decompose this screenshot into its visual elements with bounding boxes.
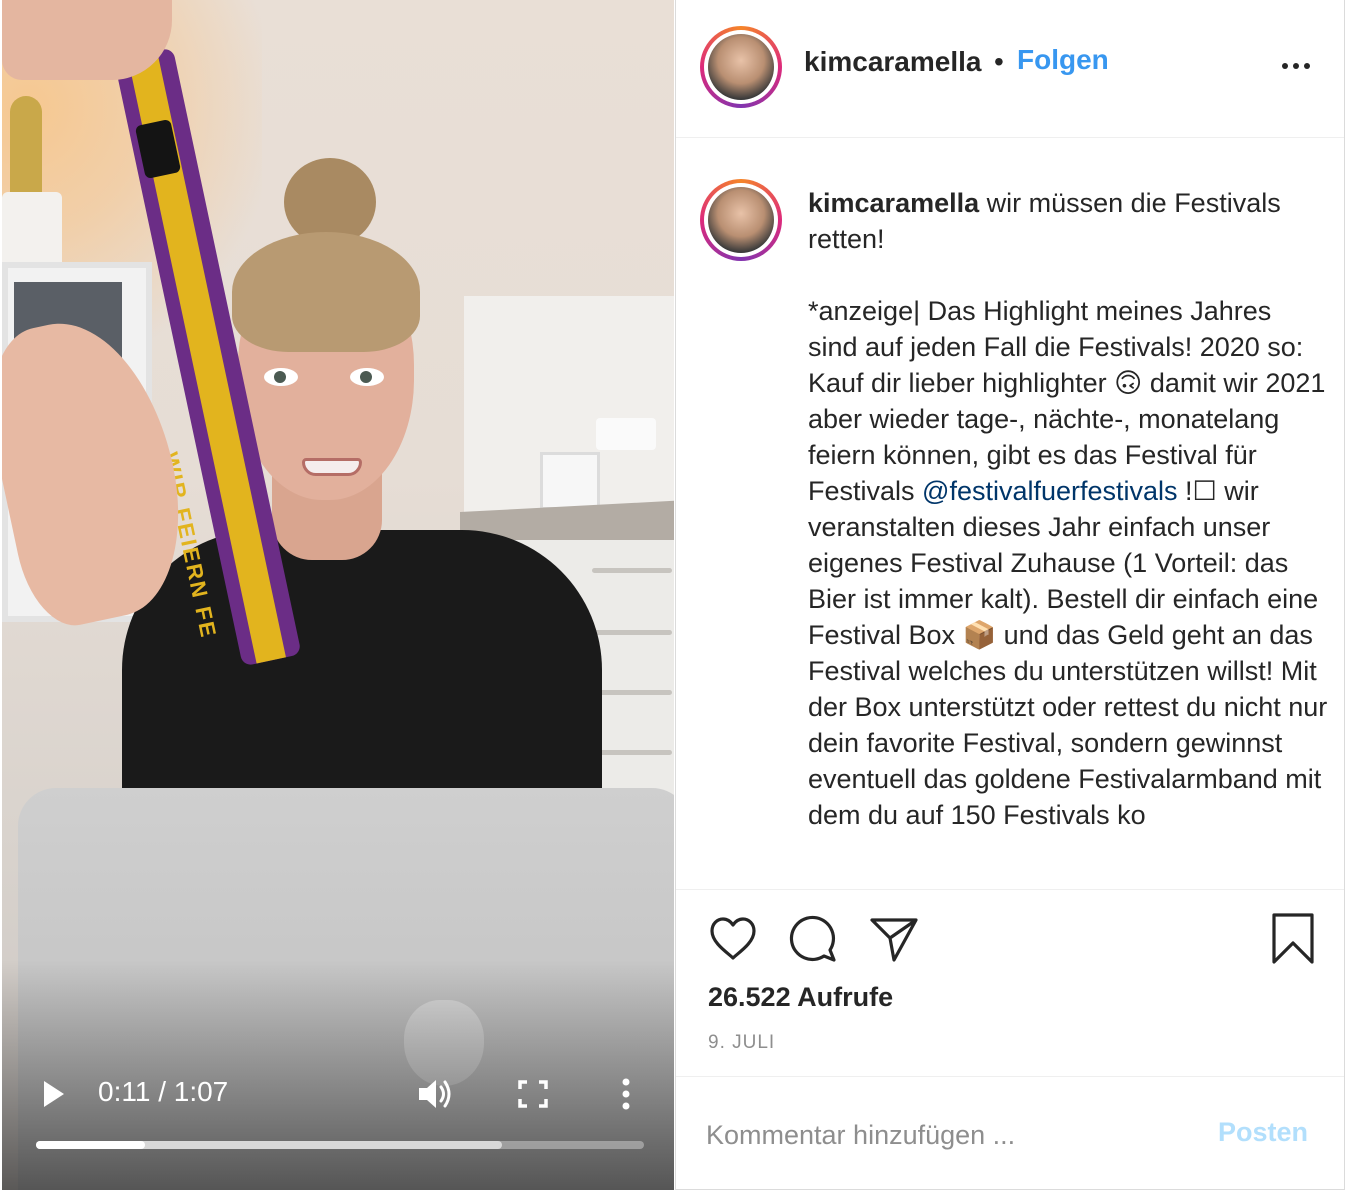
- video-frame-mouth: [302, 458, 362, 476]
- kebab-menu-icon: [622, 1078, 630, 1110]
- caption-scroll-area[interactable]: kimcaramella wir müssen die Festivals re…: [676, 139, 1344, 889]
- play-icon: [44, 1081, 64, 1107]
- save-button[interactable]: [1270, 912, 1316, 971]
- caption-avatar[interactable]: [700, 179, 782, 261]
- video-frame-eye-right: [350, 368, 384, 386]
- video-frame-hair: [232, 232, 420, 352]
- view-count-label: Aufrufe: [797, 982, 894, 1012]
- video-frame-socket: [596, 418, 656, 450]
- play-button[interactable]: [40, 1078, 68, 1110]
- volume-button[interactable]: [416, 1076, 456, 1112]
- post-details-panel: kimcaramella • Folgen kimcaramella wir m…: [675, 0, 1345, 1190]
- post-caption: kimcaramella wir müssen die Festivals re…: [808, 185, 1328, 833]
- post-options-button[interactable]: [1280, 50, 1312, 82]
- header-separator: •: [994, 46, 1004, 77]
- video-frame-cactus: [10, 96, 42, 198]
- video-frame-eye-left: [264, 368, 298, 386]
- caption-username[interactable]: kimcaramella: [808, 188, 979, 218]
- fullscreen-icon: [518, 1080, 548, 1108]
- more-dots-icon: [1282, 63, 1310, 69]
- post-header: kimcaramella • Folgen: [676, 0, 1344, 138]
- header-avatar[interactable]: [700, 26, 782, 108]
- fullscreen-button[interactable]: [516, 1078, 550, 1110]
- bookmark-icon: [1272, 913, 1314, 964]
- video-progress-fill: [36, 1141, 146, 1149]
- heart-icon: [710, 917, 756, 960]
- view-count-number: 26.522: [708, 982, 791, 1012]
- avatar-image: [708, 187, 774, 253]
- follow-button[interactable]: Folgen: [1017, 44, 1109, 76]
- caption-mention-link[interactable]: @festivalfuerfestivals: [922, 476, 1178, 506]
- share-button[interactable]: [868, 914, 920, 969]
- video-frame-photo: [540, 452, 600, 510]
- video-controls-shade: [2, 960, 674, 1190]
- caption-body: *anzeige| Das Highlight meines Jahres si…: [808, 296, 1326, 506]
- post-date[interactable]: 9. JULI: [708, 1032, 775, 1054]
- video-frame-pot: [2, 192, 62, 262]
- caption-body-continued: !☐ wir veranstalten dieses Jahr einfach …: [808, 476, 1328, 830]
- view-count[interactable]: 26.522 Aufrufe: [708, 982, 893, 1013]
- video-progress-bar[interactable]: [36, 1141, 644, 1149]
- header-username[interactable]: kimcaramella: [804, 46, 981, 78]
- post-actions: 26.522 Aufrufe 9. JULI: [676, 889, 1344, 1075]
- video-frame-fingers: [2, 0, 172, 80]
- avatar-image: [708, 34, 774, 100]
- comment-bubble-icon: [789, 915, 836, 962]
- comment-input[interactable]: [706, 1115, 1186, 1155]
- video-player[interactable]: WIR FEIERN FE 0:11 / 1:07: [2, 0, 674, 1190]
- like-button[interactable]: [708, 916, 758, 967]
- comment-button[interactable]: [788, 914, 838, 969]
- paper-plane-icon: [870, 918, 918, 962]
- post-comment-button[interactable]: Posten: [1218, 1117, 1308, 1148]
- volume-icon: [419, 1080, 451, 1108]
- video-time-display: 0:11 / 1:07: [98, 1076, 229, 1107]
- comment-bar: Posten: [676, 1076, 1344, 1190]
- video-more-button[interactable]: [616, 1076, 636, 1112]
